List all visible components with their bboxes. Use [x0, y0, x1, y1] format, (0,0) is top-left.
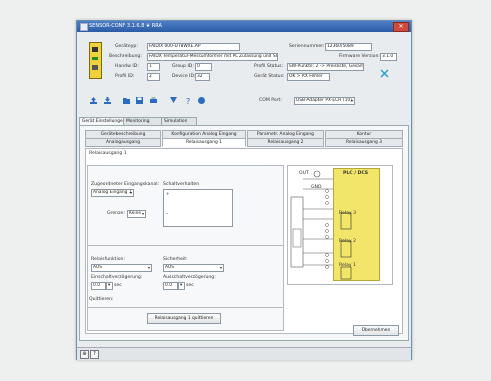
relay-function-select[interactable]: AUS — [91, 264, 152, 272]
firmware-label: Firmware Version: — [339, 54, 380, 59]
off-delay-label: Ausschaltverzögerung: — [163, 275, 216, 280]
print-icon[interactable] — [149, 96, 158, 105]
relay-section-title: Relaisausgang 1 — [89, 151, 127, 156]
serial-label: Seriennummer: — [289, 44, 325, 49]
limit-mode-label: Grenze: — [107, 211, 125, 216]
screenshot-stage: SENSOR-CONF 3.1.6.8 ❦ RRA ✕ Geräteyp: FA… — [0, 0, 491, 381]
description-field[interactable]: FAIDX Temperatur-Messumformer mit PL Zul… — [147, 53, 278, 61]
profile-id-field[interactable]: 2 — [147, 73, 160, 81]
acknowledge-label: Quittieren: — [89, 297, 114, 302]
group-id-field[interactable]: 0 — [195, 63, 212, 71]
profile-status-label: Profil Status: — [254, 64, 284, 69]
status-connect-icon[interactable]: ⊕ — [80, 350, 89, 359]
profile-id-label: Profil ID: — [115, 74, 135, 79]
subtab-analog-output[interactable]: Analogausgang — [85, 138, 161, 147]
open-file-icon[interactable] — [122, 96, 131, 105]
help-icon[interactable]: ? — [184, 96, 193, 105]
title-bar: SENSOR-CONF 3.1.6.8 ❦ RRA ✕ — [77, 21, 411, 32]
tab-label: Simulation — [164, 119, 188, 124]
input-channel-select[interactable]: Analog Eingang 1 — [91, 189, 134, 197]
safety-label: Sicherheit: — [163, 257, 188, 262]
device-status-label: Gerät Status: — [254, 74, 285, 79]
tab-label: Gerät Einstellungen — [82, 119, 126, 124]
tab-label: Monitoring — [126, 119, 150, 124]
status-bar: ⊕ ? — [77, 347, 411, 360]
info-icon[interactable] — [197, 96, 206, 105]
device-image — [89, 42, 102, 79]
on-delay-field[interactable]: 0.0 — [91, 282, 106, 290]
switch-low-label: – — [166, 212, 169, 217]
svg-text:?: ? — [186, 97, 190, 105]
handw-id-field[interactable]: 1 — [147, 63, 160, 71]
disconnect-icon[interactable] — [380, 69, 389, 78]
apply-button[interactable]: Übernehmen — [353, 325, 399, 336]
handw-id-label: Handw ID: — [115, 64, 139, 69]
subtab-relay-output-2[interactable]: Relaisausgang 2 — [247, 138, 324, 147]
save-file-icon[interactable] — [135, 96, 144, 105]
upload-device-icon[interactable] — [89, 96, 98, 105]
profile-status-field[interactable]: SW-Punkte: 2 -> Preisliste, Gesamtgerät — [287, 63, 364, 71]
device-type-field[interactable]: FAIDIX 000-DT8WXE.AP — [147, 43, 240, 51]
close-button[interactable]: ✕ — [393, 22, 409, 32]
subtab-relay-output-1[interactable]: Relaisausgang 1 — [162, 138, 246, 147]
switch-high-label: + — [166, 192, 170, 197]
off-delay-unit: sec — [186, 283, 194, 288]
settings-icon[interactable] — [169, 96, 178, 105]
device-status-field[interactable]: OK > RX Fehler — [287, 73, 330, 81]
device-id-field[interactable]: 32 — [195, 73, 210, 81]
on-delay-unit: sec — [114, 283, 122, 288]
com-port-label: COM Port: — [259, 98, 282, 103]
com-port-select[interactable]: USB-Adapter PX-ECH (10) — [294, 97, 355, 105]
acknowledge-relay-button[interactable]: Relaisausgang 1 quittieren — [147, 313, 221, 324]
group-id-label: Group ID: — [172, 64, 194, 69]
input-channel-label: Zugeordneter Eingangskanal: — [91, 182, 160, 187]
description-label: Beschreibung: — [109, 54, 142, 59]
status-help-icon[interactable]: ? — [90, 350, 99, 359]
safety-select[interactable]: AUS — [163, 264, 224, 272]
limit-mode-select[interactable]: Keine — [127, 210, 146, 218]
download-device-icon[interactable] — [103, 96, 112, 105]
off-delay-field[interactable]: 0.0 — [163, 282, 178, 290]
off-delay-spinner[interactable]: ▾ — [178, 282, 185, 290]
device-type-label: Geräteyp: — [115, 44, 138, 49]
on-delay-spinner[interactable]: ▾ — [106, 282, 113, 290]
application-window: SENSOR-CONF 3.1.6.8 ❦ RRA ✕ Geräteyp: FA… — [76, 20, 412, 360]
on-delay-label: Einschaltverzögerung: — [91, 275, 143, 280]
app-icon — [80, 23, 88, 31]
firmware-field[interactable]: 3.1.0 — [380, 53, 397, 61]
relay-function-label: Relaisfunktion: — [91, 257, 126, 262]
switching-graph: + – — [163, 189, 233, 227]
device-id-label: Device ID: — [172, 74, 196, 79]
subtab-relay-output-3[interactable]: Relaisausgang 3 — [325, 138, 403, 147]
serial-field[interactable]: 12360/5089 — [325, 43, 372, 51]
window-title: SENSOR-CONF 3.1.6.8 ❦ RRA — [89, 23, 162, 29]
switching-label: Schaltverhalten — [163, 182, 200, 187]
wiring-lines — [290, 170, 352, 280]
